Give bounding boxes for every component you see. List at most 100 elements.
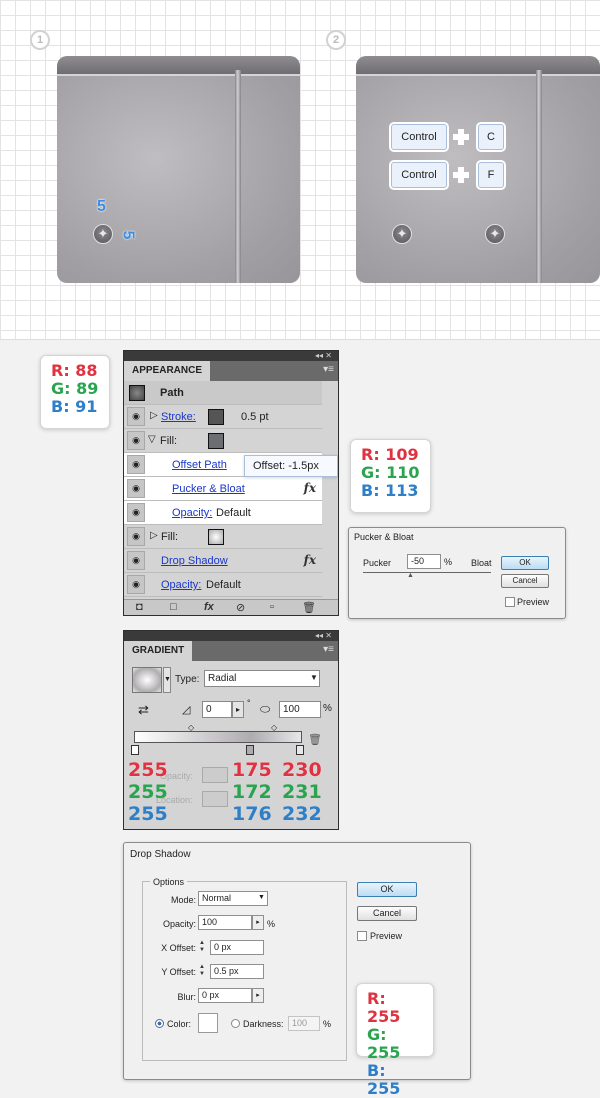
cancel-button[interactable]: Cancel — [357, 906, 417, 921]
cancel-button[interactable]: Cancel — [501, 574, 549, 588]
drop-shadow-link[interactable]: Drop Shadow — [161, 555, 228, 567]
blur-input[interactable]: 0 px — [198, 988, 252, 1003]
bloat-label: Bloat — [471, 558, 492, 568]
pucker-bloat-dialog: Pucker & Bloat Pucker -50 % Bloat ▲ OK C… — [348, 527, 566, 619]
blur-slider-button[interactable]: ▸ — [252, 988, 264, 1003]
offset-tooltip: Offset: -1.5px — [244, 455, 338, 477]
gradient-stop[interactable] — [296, 745, 304, 755]
location-input[interactable] — [202, 791, 228, 807]
gradient-stop[interactable] — [131, 745, 139, 755]
darkness-input[interactable]: 100 — [288, 1016, 320, 1031]
rgb-callout-shadow-color: R: 255 G: 255 B: 255 — [356, 983, 434, 1098]
panel-menu-icon[interactable]: ▾≡ — [323, 644, 334, 655]
add-effect-icon[interactable]: fx — [204, 601, 214, 613]
y-offset-spinner[interactable]: ▲ ▼ — [199, 964, 207, 979]
add-stroke-icon[interactable]: ◘ — [136, 601, 143, 613]
expand-triangle-icon[interactable]: ▷ — [150, 530, 158, 541]
percent-label: % — [323, 703, 332, 714]
rgb-green: G: 255 — [367, 1025, 401, 1062]
visibility-eye-icon[interactable]: ◉ — [127, 407, 145, 426]
stop2-blue: 176 — [232, 803, 272, 825]
visibility-eye-icon[interactable]: ◉ — [127, 575, 145, 594]
slider-thumb-icon[interactable]: ▲ — [407, 572, 414, 579]
gradient-preview-swatch[interactable] — [132, 667, 162, 693]
metal-panel-step1: ✦ 5 5 — [57, 56, 300, 283]
visibility-eye-icon[interactable]: ◉ — [127, 455, 145, 474]
duplicate-item-icon[interactable]: ▫ — [270, 601, 274, 613]
stop3-blue: 232 — [282, 803, 322, 825]
gradient-type-select[interactable]: Radial — [204, 670, 320, 687]
gradient-fill-swatch[interactable] — [208, 529, 224, 545]
aspect-ratio-icon: ⬭ — [260, 702, 271, 716]
preview-label: Preview — [370, 931, 403, 941]
color-label: Color: — [167, 1019, 192, 1029]
plus-icon — [453, 167, 469, 183]
screw-icon: ✦ — [93, 224, 113, 244]
rgb-callout-stroke: R: 88 G: 89 B: 91 — [40, 355, 110, 429]
rgb-red: R: 109 — [361, 445, 419, 464]
stop1-blue: 255 — [128, 803, 168, 825]
stroke-swatch[interactable] — [208, 409, 224, 425]
trash-icon[interactable]: 🗑 — [302, 601, 316, 614]
stop1-green: 255 — [128, 781, 168, 803]
expand-triangle-icon[interactable]: ▷ — [150, 410, 158, 421]
gradient-slider-bar[interactable] — [134, 731, 302, 743]
color-radio[interactable] — [155, 1019, 164, 1028]
chevron-down-icon[interactable]: ▼ — [163, 667, 171, 693]
opacity-input[interactable] — [202, 767, 228, 783]
pucker-amount-input[interactable]: -50 — [407, 554, 441, 569]
rgb-red: R: 88 — [51, 361, 98, 380]
visibility-eye-icon[interactable]: ◉ — [127, 527, 145, 546]
darkness-label: Darkness: — [243, 1019, 284, 1029]
aspect-ratio-input[interactable]: 100 — [279, 701, 321, 718]
opacity-link[interactable]: Opacity: — [172, 507, 212, 519]
gradient-stop[interactable] — [246, 745, 254, 755]
tab-appearance[interactable]: APPEARANCE — [124, 361, 211, 381]
angle-input[interactable]: 0 — [202, 701, 232, 718]
tab-gradient[interactable]: GRADIENT — [124, 641, 193, 661]
darkness-radio[interactable] — [231, 1019, 240, 1028]
chevron-down-icon[interactable]: ▼ — [310, 673, 318, 682]
pucker-bloat-link[interactable]: Pucker & Bloat — [172, 483, 245, 495]
panel-titlebar[interactable]: ◂◂ ✕ — [124, 351, 338, 361]
rgb-green: G: 89 — [51, 379, 99, 398]
stop2-green: 172 — [232, 781, 272, 803]
preview-checkbox[interactable] — [505, 597, 515, 607]
opacity-value: Default — [216, 507, 251, 519]
stroke-link[interactable]: Stroke: — [161, 411, 196, 423]
x-offset-input[interactable]: 0 px — [210, 940, 264, 955]
fill-label: Fill: — [160, 435, 178, 447]
appearance-panel: ◂◂ ✕ APPEARANCE ▾≡ Path ◉ ▷ Stroke: 0.5 … — [123, 350, 339, 616]
pucker-slider-track[interactable] — [363, 572, 491, 573]
angle-menu-button[interactable]: ▸ — [232, 701, 244, 718]
trash-icon[interactable]: 🗑 — [308, 733, 322, 746]
ok-button[interactable]: OK — [501, 556, 549, 570]
step-number-1: 1 — [30, 30, 50, 50]
visibility-eye-icon[interactable]: ◉ — [127, 431, 145, 450]
collapse-triangle-icon[interactable]: ▽ — [148, 434, 156, 445]
opacity-input[interactable]: 100 — [198, 915, 252, 930]
add-fill-icon[interactable]: □ — [170, 601, 177, 613]
offset-path-link[interactable]: Offset Path — [172, 459, 227, 471]
shadow-color-swatch[interactable] — [198, 1013, 218, 1033]
chevron-down-icon[interactable]: ▼ — [258, 894, 265, 901]
fill-swatch[interactable] — [208, 433, 224, 449]
opacity-link[interactable]: Opacity: — [161, 579, 201, 591]
percent-label: % — [444, 557, 453, 567]
opacity-slider-button[interactable]: ▸ — [252, 915, 264, 930]
fx-icon[interactable]: fx — [304, 481, 316, 495]
rgb-blue: B: 255 — [367, 1061, 401, 1098]
reverse-gradient-icon[interactable]: ⇄ — [138, 702, 149, 718]
visibility-eye-icon[interactable]: ◉ — [127, 503, 145, 522]
panel-menu-icon[interactable]: ▾≡ — [323, 364, 334, 375]
ok-button[interactable]: OK — [357, 882, 417, 897]
clear-appearance-icon[interactable]: ⊘ — [236, 601, 245, 614]
visibility-eye-icon[interactable]: ◉ — [127, 551, 145, 570]
visibility-eye-icon[interactable]: ◉ — [127, 479, 145, 498]
panel-titlebar[interactable]: ◂◂ ✕ — [124, 631, 338, 641]
preview-checkbox[interactable] — [357, 931, 367, 941]
fx-icon[interactable]: fx — [304, 553, 316, 567]
rgb-red: R: 255 — [367, 989, 401, 1026]
y-offset-input[interactable]: 0.5 px — [210, 964, 264, 979]
x-offset-spinner[interactable]: ▲ ▼ — [199, 940, 207, 955]
